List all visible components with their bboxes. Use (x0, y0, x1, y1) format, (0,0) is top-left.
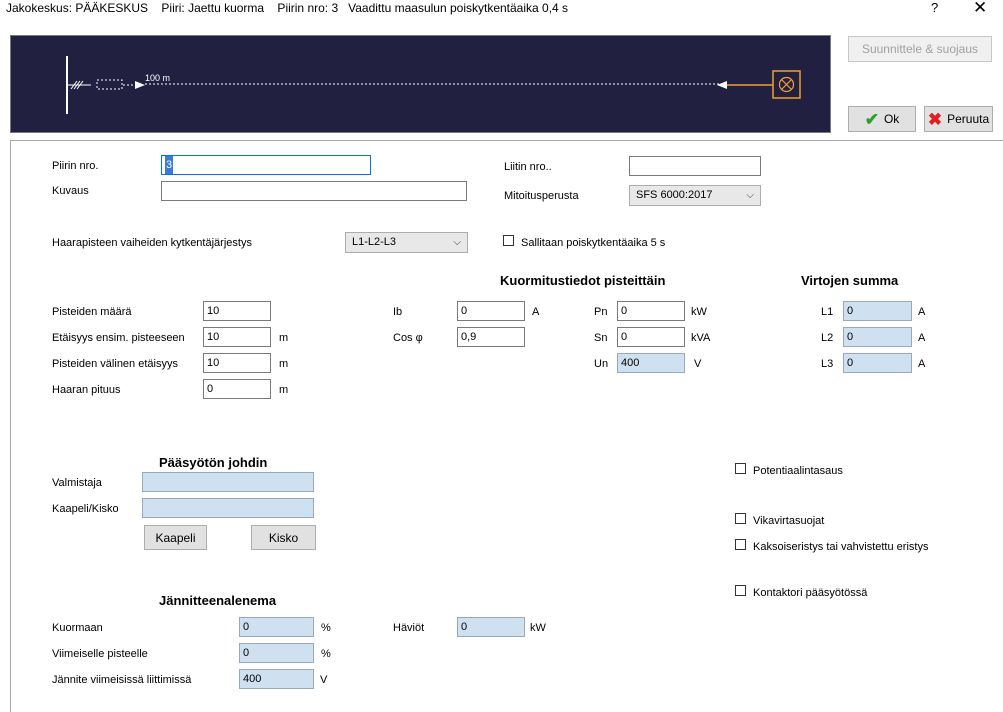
branch-length-input[interactable]: 0 (203, 379, 271, 399)
voltage-drop-heading: Jännitteenalenema (159, 593, 277, 608)
potential-eq-label: Potentiaalintasaus (753, 465, 843, 477)
distance-first-label: Etäisyys ensim. pisteeseen (52, 332, 185, 344)
l3-value-field: 0 (843, 353, 912, 373)
ok-label: Ok (883, 112, 900, 126)
design-protection-button[interactable]: Suunnittele & suojaus (848, 36, 992, 62)
manufacturer-label: Valmistaja (52, 477, 102, 489)
points-count-input[interactable]: 10 (203, 301, 271, 321)
cos-phi-label: Cos φ (393, 332, 423, 344)
rcd-label: Vikavirtasuojat (753, 515, 825, 527)
phase-order-select[interactable]: L1-L2-L3 ⌵ (345, 232, 468, 253)
description-label: Kuvaus (52, 185, 89, 197)
ib-input[interactable]: 0 (457, 301, 525, 321)
phase-order-label: Haarapisteen vaiheiden kytkentäjärjestys (52, 237, 252, 249)
circuit-no-value: 3 (165, 156, 174, 174)
sizing-basis-value: SFS 6000:2017 (636, 189, 713, 201)
cable-busbar-label: Kaapeli/Kisko (52, 503, 119, 515)
distance-between-unit: m (279, 358, 289, 370)
design-protection-label: Suunnittele & suojaus (861, 42, 979, 56)
sn-unit: kVA (691, 332, 711, 344)
circuit-diagram: 100 m (10, 35, 831, 133)
contactor-checkbox[interactable] (735, 585, 746, 596)
last-terminal-voltage-unit: V (320, 674, 328, 686)
window-title: Jakokeskus: PÄÄKESKUS Piiri: Jaettu kuor… (6, 1, 569, 15)
terminal-no-label: Liitin nro.. (504, 161, 552, 173)
phase-order-value: L1-L2-L3 (352, 236, 397, 248)
feeder-heading: Pääsyötön johdin (159, 455, 268, 470)
busbar-button[interactable]: Kisko (251, 525, 316, 550)
sn-label: Sn (594, 332, 608, 344)
distance-first-unit: m (279, 332, 289, 344)
drop-last-point-unit: % (321, 648, 331, 660)
cable-busbar-field (142, 498, 314, 518)
sizing-basis-label: Mitoitusperusta (504, 190, 579, 202)
allow-5s-checkbox[interactable] (503, 235, 514, 246)
distance-first-input[interactable]: 10 (203, 327, 271, 347)
cancel-button[interactable]: ✖ Peruuta (924, 106, 993, 132)
l2-value-field: 0 (843, 327, 912, 347)
ok-button[interactable]: ✔ Ok (848, 106, 916, 132)
l3-unit: A (918, 358, 926, 370)
circuit-diagram-drawing (66, 56, 801, 114)
last-terminal-voltage-field: 400 (239, 669, 314, 689)
contactor-label: Kontaktori pääsyötössä (753, 587, 868, 599)
branch-length-label: Haaran pituus (52, 384, 121, 396)
ib-unit: A (532, 306, 540, 318)
rcd-checkbox[interactable] (735, 513, 746, 524)
currents-heading: Virtojen summa (801, 273, 899, 288)
manufacturer-field (142, 472, 314, 492)
distance-between-label: Pisteiden välinen etäisyys (52, 358, 178, 370)
close-button[interactable]: ✕ (973, 0, 987, 18)
drop-last-point-label: Viimeiselle pisteelle (52, 648, 148, 660)
cos-phi-input[interactable]: 0,9 (457, 327, 525, 347)
points-count-label: Pisteiden määrä (52, 306, 132, 318)
un-value-field: 400 (617, 353, 685, 373)
red-cross-icon: ✖ (927, 109, 943, 129)
pn-label: Pn (594, 306, 608, 318)
sn-input[interactable]: 0 (617, 327, 685, 347)
cancel-label: Peruuta (947, 112, 990, 126)
chevron-down-icon: ⌵ (453, 237, 461, 248)
drop-last-point-field: 0 (239, 643, 314, 663)
help-button[interactable]: ? (931, 0, 938, 15)
l3-label: L3 (821, 358, 834, 370)
potential-eq-checkbox[interactable] (735, 463, 746, 474)
drop-load-field: 0 (239, 617, 314, 637)
un-label: Un (594, 358, 609, 370)
l1-label: L1 (821, 306, 834, 318)
ib-label: Ib (393, 306, 403, 318)
cable-button[interactable]: Kaapeli (144, 525, 207, 550)
sizing-basis-select[interactable]: SFS 6000:2017 ⌵ (629, 185, 761, 206)
chevron-down-icon: ⌵ (746, 190, 754, 201)
diagram-distance-label: 100 m (145, 73, 171, 83)
pn-input[interactable]: 0 (617, 301, 685, 321)
l2-label: L2 (821, 332, 834, 344)
l1-unit: A (918, 306, 926, 318)
description-input[interactable] (161, 181, 467, 201)
double-insulation-checkbox[interactable] (735, 539, 746, 550)
cable-button-label: Kaapeli (155, 530, 196, 545)
checkmark-icon: ✔ (864, 109, 879, 129)
load-heading: Kuormitustiedot pisteittäin (500, 273, 666, 288)
branch-length-unit: m (279, 384, 289, 396)
double-insulation-label: Kaksoiseristys tai vahvistettu eristys (753, 541, 929, 553)
terminal-no-input[interactable] (629, 156, 761, 176)
last-terminal-voltage-label: Jännite viimeisissä liittimissä (52, 674, 192, 686)
l2-unit: A (918, 332, 926, 344)
drop-load-unit: % (321, 622, 331, 634)
distance-between-input[interactable]: 10 (203, 353, 271, 373)
drop-load-label: Kuormaan (52, 622, 103, 634)
losses-label: Häviöt (393, 622, 425, 634)
losses-field: 0 (457, 617, 525, 637)
un-unit: V (694, 358, 702, 370)
losses-unit: kW (530, 622, 546, 634)
circuit-no-input[interactable]: 3 (161, 155, 371, 175)
allow-5s-label: Sallitaan poiskytkentäaika 5 s (521, 237, 666, 249)
l1-value-field: 0 (843, 301, 912, 321)
circuit-no-label: Piirin nro. (52, 160, 99, 172)
pn-unit: kW (691, 306, 707, 318)
busbar-button-label: Kisko (268, 530, 299, 545)
